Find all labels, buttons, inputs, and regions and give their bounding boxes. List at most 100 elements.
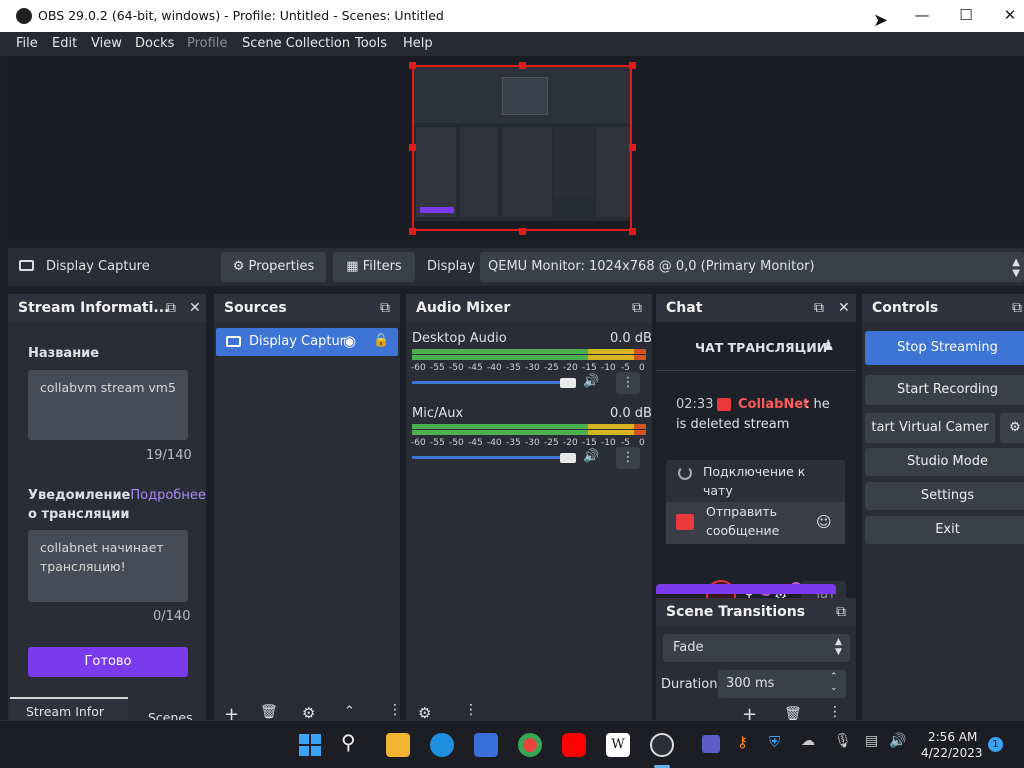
menu-bar: File Edit View Docks Profile Scene Colle…	[0, 32, 1024, 56]
chat-header-title: ЧАТ ТРАНСЛЯЦИИ	[695, 340, 828, 355]
clock-date[interactable]: 4/22/2023	[921, 746, 983, 760]
emoji-icon[interactable]: ☺	[816, 513, 832, 531]
resize-handle[interactable]	[409, 144, 416, 151]
menu-edit[interactable]: Edit	[52, 36, 77, 51]
lock-icon[interactable]: 🔒	[373, 333, 389, 348]
menu-help[interactable]: Help	[403, 36, 433, 51]
volume-slider[interactable]	[412, 381, 564, 384]
resize-handle[interactable]	[409, 228, 416, 235]
edge-icon[interactable]	[430, 733, 454, 757]
notify-label-text: Уведомление	[28, 488, 131, 503]
chevron-up-icon[interactable]: ⌃	[344, 704, 355, 719]
key-icon[interactable]: ⚷	[737, 733, 748, 751]
obs-icon[interactable]	[650, 733, 674, 757]
file-explorer-icon[interactable]	[386, 733, 410, 757]
start-virtual-camera-button[interactable]: tart Virtual Camer	[865, 413, 995, 443]
users-icon[interactable]: ♟	[822, 338, 835, 354]
more-icon[interactable]: ⋮	[388, 702, 402, 718]
volume-slider[interactable]	[412, 456, 564, 459]
youtube-icon[interactable]	[562, 733, 586, 757]
maximize-button[interactable]: ☐	[946, 6, 986, 24]
cloud-icon[interactable]: ☁	[801, 733, 815, 749]
clock-time[interactable]: 2:56 AM	[928, 730, 977, 744]
notification-badge[interactable]: 1	[988, 737, 1003, 752]
volume-icon[interactable]: 🔊	[889, 733, 906, 749]
resize-handle[interactable]	[409, 62, 416, 69]
close-icon[interactable]: ✕	[838, 300, 850, 316]
undock-icon[interactable]: ⧉	[1012, 300, 1022, 316]
learn-more-link[interactable]: Подробнее	[130, 488, 205, 503]
menu-file[interactable]: File	[16, 36, 38, 51]
filters-button[interactable]: ▦ Filters	[333, 252, 415, 282]
properties-button[interactable]: ⚙ Properties	[221, 252, 326, 282]
resize-handle[interactable]	[519, 228, 526, 235]
undock-icon[interactable]: ⧉	[166, 300, 176, 316]
exit-button[interactable]: Exit	[865, 516, 1024, 544]
trash-icon[interactable]: 🗑	[260, 704, 278, 720]
teams-icon[interactable]	[702, 735, 720, 753]
display-select[interactable]: QEMU Monitor: 1024x768 @ 0,0 (Primary Mo…	[480, 252, 1024, 282]
start-recording-button[interactable]: Start Recording	[865, 375, 1024, 405]
settings-button[interactable]: Settings	[865, 482, 1024, 510]
menu-scene-collection[interactable]: Scene Collection	[242, 36, 350, 51]
undock-icon[interactable]: ⧉	[632, 300, 642, 316]
channel-name: Desktop Audio	[412, 331, 507, 346]
send-message-row[interactable]: Отправить сообщение ☺	[666, 502, 845, 544]
done-button[interactable]: Готово	[28, 647, 188, 677]
menu-tools[interactable]: Tools	[355, 36, 387, 51]
speaker-icon[interactable]: 🔊	[583, 449, 599, 464]
tick-label: -15	[582, 438, 597, 448]
store-icon[interactable]	[474, 733, 498, 757]
source-toolbar: Display Capture ⚙ Properties ▦ Filters D…	[8, 248, 1024, 286]
channel-name: Mic/Aux	[412, 406, 464, 421]
more-icon[interactable]: ⋮	[828, 704, 842, 720]
speaker-icon[interactable]: 🔊	[583, 374, 599, 389]
tab-stream-info[interactable]: Stream Infor	[10, 697, 128, 720]
close-button[interactable]: ✕	[990, 6, 1024, 24]
undock-icon[interactable]: ⧉	[836, 604, 846, 620]
message-user[interactable]: CollabNet	[738, 397, 809, 412]
notification-input[interactable]: collabnet начинает трансляцию!	[28, 530, 188, 602]
studio-mode-button[interactable]: Studio Mode	[865, 448, 1024, 476]
resize-handle[interactable]	[629, 144, 636, 151]
resize-handle[interactable]	[519, 62, 526, 69]
menu-docks[interactable]: Docks	[135, 36, 174, 51]
more-icon[interactable]: ⋮	[464, 702, 478, 718]
virtual-camera-settings-button[interactable]: ⚙	[1000, 413, 1024, 443]
dock-title: Audio Mixer	[416, 300, 511, 316]
resize-handle[interactable]	[629, 62, 636, 69]
tick-label: -50	[449, 438, 464, 448]
menu-profile[interactable]: Profile	[187, 36, 227, 51]
source-item[interactable]: Display Captur ◉ 🔒	[216, 328, 398, 356]
eye-icon[interactable]: ◉	[343, 332, 356, 350]
security-icon[interactable]: ⛨	[769, 733, 780, 751]
chat-action-bar[interactable]	[656, 584, 836, 594]
tick-label: -45	[468, 363, 483, 373]
camera-icon	[676, 514, 694, 530]
menu-view[interactable]: View	[91, 36, 122, 51]
stop-streaming-button[interactable]: Stop Streaming	[865, 331, 1024, 365]
more-icon[interactable]: ⋮	[616, 372, 640, 394]
windows-start-icon[interactable]	[298, 733, 322, 757]
chrome-icon[interactable]	[518, 733, 542, 757]
stream-name-input[interactable]: collabvm stream vm5	[28, 370, 188, 440]
volume-slider-handle[interactable]	[560, 378, 576, 388]
transition-select[interactable]: Fade ▲ ▼	[663, 634, 850, 662]
volume-slider-handle[interactable]	[560, 453, 576, 463]
tick-label: 0	[639, 438, 645, 448]
preview-source[interactable]	[412, 65, 632, 231]
microphone-icon[interactable]: 🎙	[834, 733, 852, 749]
more-icon[interactable]: ⋮	[616, 447, 640, 469]
duration-input[interactable]: 300 ms ⌃ ⌄	[718, 670, 846, 698]
stepper-icon[interactable]: ⌃ ⌄	[830, 672, 838, 694]
close-icon[interactable]: ✕	[189, 300, 201, 316]
undock-icon[interactable]: ⧉	[814, 300, 824, 316]
undock-icon[interactable]: ⧉	[380, 300, 390, 316]
volume-meter	[412, 424, 588, 429]
minimize-button[interactable]: —	[902, 6, 942, 24]
tick-label: -20	[563, 438, 578, 448]
resize-handle[interactable]	[629, 228, 636, 235]
wikipedia-icon[interactable]: W	[606, 733, 630, 757]
network-icon[interactable]: ▤	[865, 733, 878, 749]
search-icon[interactable]: ⚲	[341, 730, 356, 754]
